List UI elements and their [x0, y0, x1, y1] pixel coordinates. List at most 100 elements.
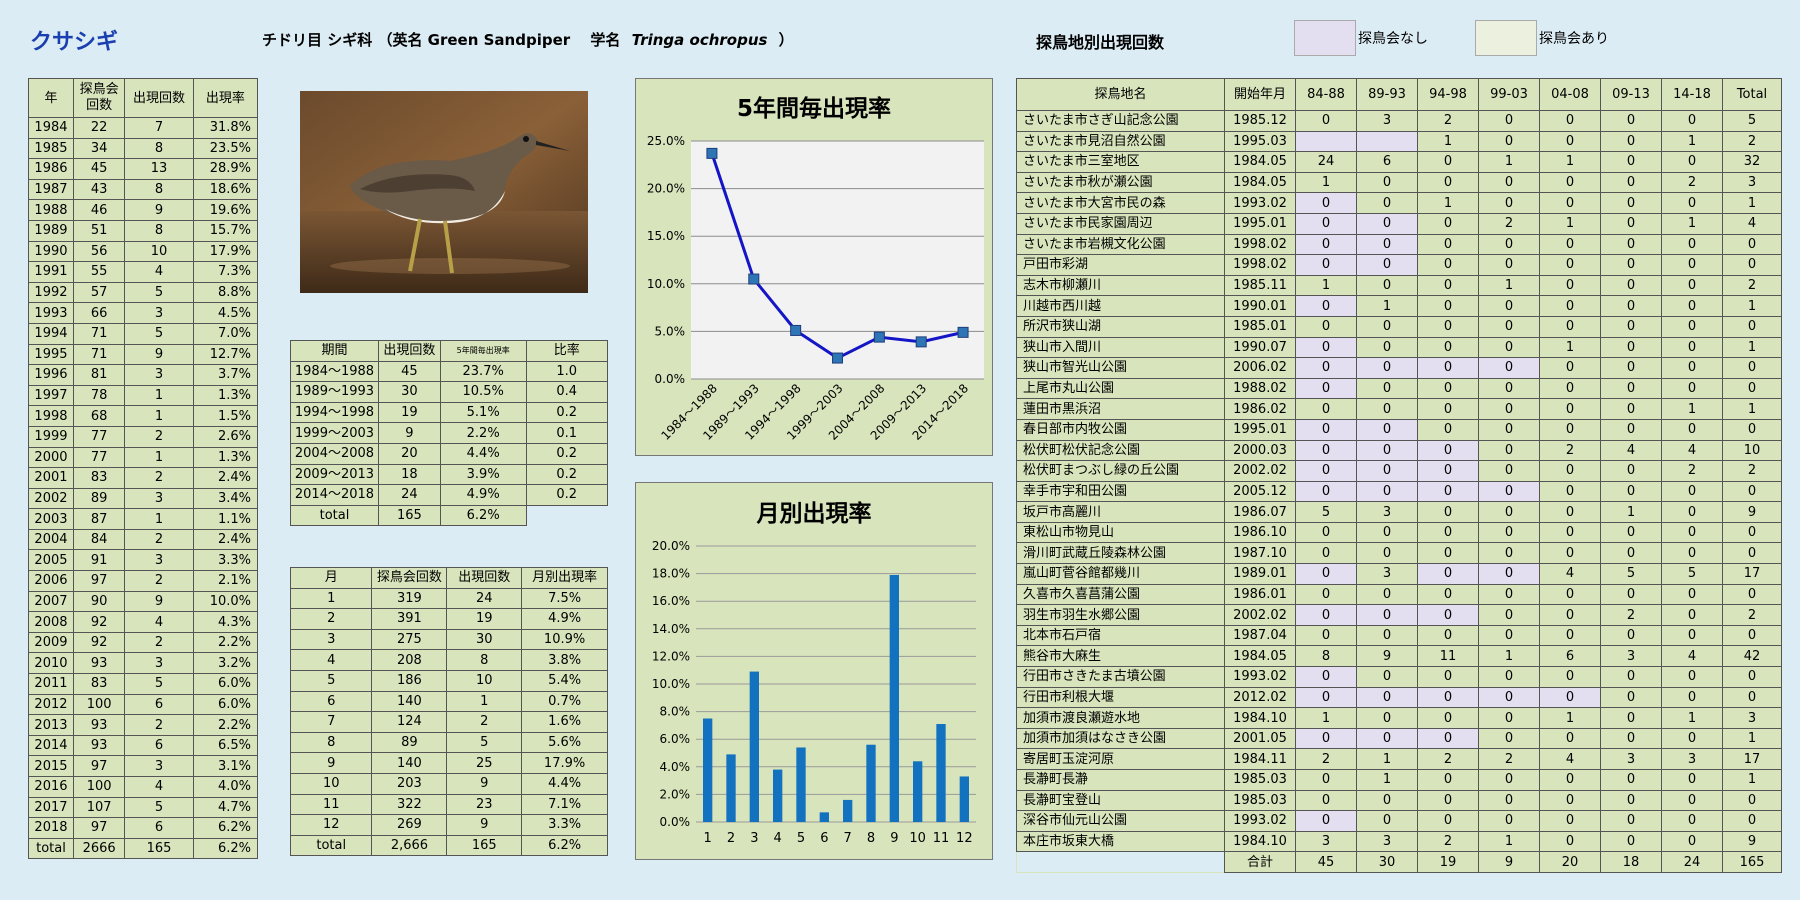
meetings-cell: 51 [72, 219, 126, 242]
count-cell: 0 [1478, 810, 1540, 832]
count-cell: 0 [1295, 439, 1357, 462]
count-cell: 0 [1661, 810, 1723, 832]
period-cell: 1984～1988 [290, 360, 379, 383]
rate-cell: 2.2% [439, 422, 527, 444]
count-cell: 0 [1356, 274, 1418, 297]
site-total-cell: 9 [1722, 501, 1782, 523]
y-tick-label: 10.0% [647, 277, 685, 291]
start-date-cell: 1988.02 [1224, 377, 1296, 400]
count-cell: 0 [1539, 769, 1601, 791]
count-cell: 0 [1600, 274, 1662, 297]
count-cell: 24 [377, 484, 441, 506]
year-cell: 2014 [28, 734, 74, 757]
count-cell: 0 [1417, 789, 1479, 812]
month-cell: 9 [289, 752, 373, 774]
year-cell: 2012 [28, 693, 74, 716]
count-cell: 0 [1539, 192, 1601, 214]
count-cell: 0 [1356, 666, 1418, 688]
data-point [957, 326, 969, 338]
table-row: 志木市柳瀬川 1985.11 1 0 0 1 0 0 0 2 [1016, 274, 1782, 297]
count-cell: 2 [1417, 748, 1479, 770]
total-row: total 165 6.2% [290, 504, 608, 527]
table-row: 3 275 30 10.9% [289, 628, 608, 651]
rate-cell: 5.1% [439, 401, 527, 424]
count-cell: 0 [1661, 521, 1723, 544]
year-cell: 2010 [28, 652, 74, 675]
sightings-cell: 2 [124, 714, 194, 736]
count-cell: 0 [1478, 666, 1540, 688]
ratio-cell: 0.2 [525, 442, 609, 465]
sightings-cell: 2 [124, 570, 194, 592]
total-cell: 24 [1661, 851, 1723, 873]
count-cell: 0 [1478, 398, 1540, 420]
count-cell: 0 [1600, 542, 1662, 565]
rate-cell: 1.6% [521, 711, 608, 733]
sightings-cell: 9 [124, 590, 194, 613]
rate-cell: 15.7% [192, 219, 259, 242]
rate-cell: 7.5% [521, 587, 608, 610]
sightings-cell: 1 [124, 384, 194, 407]
table-row: 2005 91 3 3.3% [28, 549, 259, 572]
count-cell: 0 [1417, 666, 1479, 688]
count-cell: 24 [1295, 151, 1357, 173]
count-cell: 1 [1478, 645, 1540, 668]
rate-cell: 23.7% [439, 360, 527, 383]
rate-cell: 3.2% [192, 652, 259, 675]
table-row: さいたま市民家園周辺 1995.01 0 0 0 2 1 0 1 4 [1016, 212, 1782, 235]
year-cell: 1993 [28, 302, 74, 324]
count-cell: 0 [1539, 810, 1601, 832]
start-date-cell: 1985.12 [1224, 110, 1296, 132]
count-cell: 0 [1417, 254, 1479, 276]
rate-cell: 2.2% [192, 714, 259, 736]
table-row: 熊谷市大麻生 1984.05 8 9 11 1 6 3 4 42 [1016, 645, 1782, 668]
meetings-cell: 97 [72, 755, 126, 777]
site-name-cell: 北本市石戸宿 [1016, 624, 1225, 647]
site-name-cell: 深谷市仙元山公園 [1016, 810, 1225, 832]
rate-cell: 6.5% [192, 734, 259, 757]
count-cell: 0 [1600, 377, 1662, 400]
meetings-cell: 77 [72, 425, 126, 448]
count-cell: 0 [1295, 315, 1357, 338]
count-cell: 0 [1661, 604, 1723, 626]
year-cell: 2000 [28, 446, 74, 469]
meetings-cell: 92 [72, 611, 126, 633]
count-cell: 1 [1661, 212, 1723, 235]
site-total-cell: 0 [1722, 521, 1782, 544]
y-tick-label: 6.0% [660, 732, 691, 746]
month-cell: 1 [289, 587, 373, 610]
start-date-cell: 1986.07 [1224, 501, 1296, 523]
count-cell: 3 [1600, 748, 1662, 770]
site-name-cell: 長瀞町宝登山 [1016, 789, 1225, 812]
count-cell: 6 [1539, 645, 1601, 668]
table-row: 2009 92 2 2.2% [28, 631, 259, 654]
start-date-cell: 1985.03 [1224, 769, 1296, 791]
count-cell: 0 [1539, 254, 1601, 276]
count-cell: 1 [1539, 212, 1601, 235]
count-cell: 0 [1417, 707, 1479, 729]
meetings-cell: 97 [72, 817, 126, 839]
count-cell: 0 [1417, 810, 1479, 832]
site-total-cell: 0 [1722, 418, 1782, 441]
count-cell: 0 [1417, 460, 1479, 482]
sightings-cell: 9 [446, 772, 523, 795]
start-date-cell: 1995.01 [1224, 418, 1296, 441]
table-row: 東松山市物見山 1986.10 0 0 0 0 0 0 0 0 [1016, 521, 1782, 544]
sightings-cell: 10 [124, 240, 194, 263]
count-cell: 0 [1417, 233, 1479, 256]
site-total-cell: 0 [1722, 686, 1782, 709]
table-row: 1991 55 4 7.3% [28, 261, 259, 283]
count-cell: 0 [1539, 398, 1601, 420]
count-cell: 0 [1539, 830, 1601, 853]
count-cell: 0 [1356, 460, 1418, 482]
start-date-cell: 1990.07 [1224, 336, 1296, 359]
count-cell: 0 [1295, 192, 1357, 214]
start-date-cell: 1987.04 [1224, 624, 1296, 647]
rate-cell: 4.5% [192, 302, 259, 324]
table-row: さいたま市岩槻文化公園 1998.02 0 0 0 0 0 0 0 0 [1016, 233, 1782, 256]
month-cell: 8 [289, 731, 373, 754]
sightings-cell: 23 [446, 793, 523, 816]
table-row: 6 140 1 0.7% [289, 690, 608, 713]
y-tick-label: 0.0% [660, 815, 691, 829]
sightings-cell: 8 [124, 178, 194, 201]
bar [843, 799, 853, 822]
